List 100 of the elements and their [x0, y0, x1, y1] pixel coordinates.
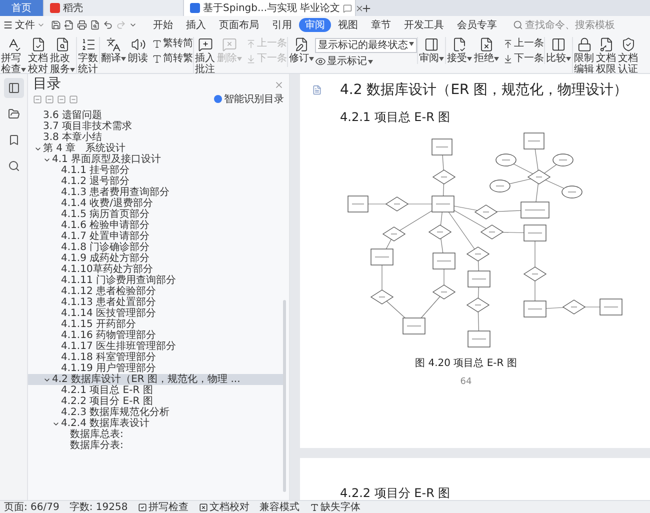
search-icon[interactable]	[513, 20, 523, 30]
ribbon-button[interactable]: 文档认证	[617, 37, 639, 75]
ribbon-button[interactable]: 繁转简	[152, 38, 193, 49]
ribbon-tab[interactable]: 会员专享	[451, 18, 503, 32]
outline-item[interactable]: 3.7 项目非技术需求	[28, 121, 283, 132]
status-button[interactable]: 拼写检查	[138, 502, 189, 512]
outline-item[interactable]: 4.2.4 数据库表设计	[28, 418, 283, 429]
undo-icon[interactable]	[103, 20, 113, 30]
document-check-icon	[30, 37, 46, 52]
ribbon-button[interactable]: 字数统计	[77, 37, 99, 75]
outline-item[interactable]: 4.2.3 数据库规范化分析	[28, 407, 283, 418]
outline-item[interactable]: 4.1.7 处置申请部分	[28, 231, 283, 242]
file-menu-button[interactable]: 文件	[3, 20, 45, 30]
outline-item[interactable]: 4.1.14 医技管理部分	[28, 308, 283, 319]
caret-icon	[467, 57, 472, 61]
ribbon-tab[interactable]: 审阅	[299, 18, 331, 32]
close-icon[interactable]	[355, 4, 364, 12]
status-button[interactable]: 文档校对	[198, 502, 250, 512]
arrow-up-icon	[246, 38, 256, 48]
ribbon-tab[interactable]: 开发工具	[398, 18, 450, 32]
ribbon-button[interactable]: 朗读	[127, 37, 149, 64]
new-tab-icon[interactable]	[361, 3, 372, 14]
text-icon	[152, 54, 162, 64]
outline-item[interactable]: 4.1.3 患者费用查询部分	[28, 187, 283, 198]
ribbon-button[interactable]: 接受	[446, 37, 473, 64]
status-button[interactable]: 缺失字体	[310, 502, 361, 512]
outline-item[interactable]: 4.1.8 门诊确诊部分	[28, 242, 283, 253]
outline-item[interactable]: 4.1.13 患者处置部分	[28, 297, 283, 308]
outline-item[interactable]: 4.1 界面原型及接口设计	[28, 154, 283, 165]
outline-item[interactable]: 4.2 数据库设计（ER 图，规范化，物理 ...	[28, 374, 283, 385]
eye-icon	[315, 56, 326, 67]
outline-item[interactable]: 4.1.2 退号部分	[28, 176, 283, 187]
print-preview-icon[interactable]	[90, 20, 100, 30]
smart-outline-button[interactable]: 智能识别目录	[214, 94, 284, 104]
save-icon[interactable]	[51, 20, 61, 30]
side-rail-button[interactable]	[4, 78, 24, 98]
outline-item[interactable]: 4.1.10草药处方部分	[28, 264, 283, 275]
search-field[interactable]: 查找命令、搜索模板	[525, 20, 625, 30]
ribbon-button[interactable]: 简转繁	[152, 53, 193, 64]
outline-level-icon[interactable]	[69, 94, 78, 104]
outline-item[interactable]: 3.6 遗留问题	[28, 110, 283, 121]
ribbon-button[interactable]: 比较	[545, 37, 572, 64]
outline-item[interactable]: 4.1.1 挂号部分	[28, 165, 283, 176]
ribbon-button[interactable]: 插入批注	[194, 37, 216, 75]
outline-level-icon[interactable]	[57, 94, 66, 104]
outline-level-icon[interactable]	[45, 94, 54, 104]
ribbon-button[interactable]: 限制编辑	[573, 37, 595, 75]
scrollbar-thumb[interactable]	[283, 300, 286, 492]
ribbon-button[interactable]: 拼写检查	[0, 37, 27, 75]
outline-item[interactable]: 4.1.9 成药处方部分	[28, 253, 283, 264]
printer-icon[interactable]	[77, 20, 87, 30]
outline-item[interactable]: 4.1.6 检验申请部分	[28, 220, 283, 231]
ribbon-button[interactable]: 文档校对	[27, 37, 49, 75]
outline-item[interactable]: 4.2.2 项目分 E-R 图	[28, 396, 283, 407]
document-icon[interactable]	[312, 85, 322, 95]
outline-item[interactable]: 4.1.18 科室管理部分	[28, 352, 283, 363]
ribbon-button[interactable]: 翻译	[100, 37, 127, 64]
ribbon-tab[interactable]: 章节	[365, 18, 397, 32]
show-markup-button[interactable]: 显示标记	[315, 56, 417, 67]
ribbon-tab[interactable]: 插入	[180, 18, 212, 32]
outline-item[interactable]: 4.1.15 开药部分	[28, 319, 283, 330]
browser-tab[interactable]: 稻壳	[44, 0, 184, 16]
ribbon-button[interactable]: 修订	[288, 37, 315, 64]
outline-item[interactable]: 第 4 章 系统设计	[28, 143, 283, 154]
menu-icon	[3, 20, 13, 30]
outline-item[interactable]: 数据库分表:	[28, 440, 283, 451]
markup-state-select[interactable]: 显示标记的最终状态	[315, 38, 417, 53]
chevron-down-icon[interactable]	[129, 21, 137, 29]
outline-item[interactable]: 4.1.5 病历首页部分	[28, 209, 283, 220]
chevron-down-icon	[37, 21, 45, 29]
ribbon-button[interactable]: 上一条	[503, 38, 544, 49]
ribbon-button[interactable]: 审阅	[418, 37, 445, 64]
close-icon[interactable]	[274, 80, 284, 90]
page-number: 64	[460, 377, 472, 387]
ribbon-tab[interactable]: 引用	[266, 18, 298, 32]
outline-item[interactable]: 数据库总表:	[28, 429, 283, 440]
outline-item[interactable]: 4.1.16 药物管理部分	[28, 330, 283, 341]
outline-item[interactable]: 4.2.1 项目总 E-R 图	[28, 385, 283, 396]
side-panel-icon	[424, 37, 439, 52]
document-check-icon	[452, 37, 467, 52]
outline-item[interactable]: 4.1.19 用户管理部分	[28, 363, 283, 374]
comment-icon[interactable]	[343, 4, 352, 12]
outline-item[interactable]: 4.1.11 门诊费用查询部分	[28, 275, 283, 286]
ribbon-tab[interactable]: 页面布局	[213, 18, 265, 32]
outline-level-icon[interactable]	[33, 94, 42, 104]
outline-item[interactable]: 4.1.17 医生排班管理部分	[28, 341, 283, 352]
ribbon-tab[interactable]: 视图	[332, 18, 364, 32]
ribbon-button[interactable]: 文档权限	[595, 37, 617, 75]
speaker-icon	[130, 37, 146, 52]
arrow-down-icon	[503, 54, 513, 64]
outline-item[interactable]: 4.1.12 患者检验部分	[28, 286, 283, 297]
outline-item[interactable]: 4.1.4 收费/退费部分	[28, 198, 283, 209]
ribbon-button[interactable]: 批改服务	[49, 37, 76, 75]
export-icon[interactable]	[64, 20, 74, 30]
ribbon-button[interactable]: 下一条	[503, 53, 544, 64]
ribbon-tab[interactable]: 开始	[147, 18, 179, 32]
outline-item[interactable]: 3.8 本章小结	[28, 132, 283, 143]
ribbon-button[interactable]: 拒绝	[473, 37, 500, 64]
document-key-icon	[598, 37, 614, 52]
browser-tab[interactable]: 首页	[0, 0, 44, 16]
